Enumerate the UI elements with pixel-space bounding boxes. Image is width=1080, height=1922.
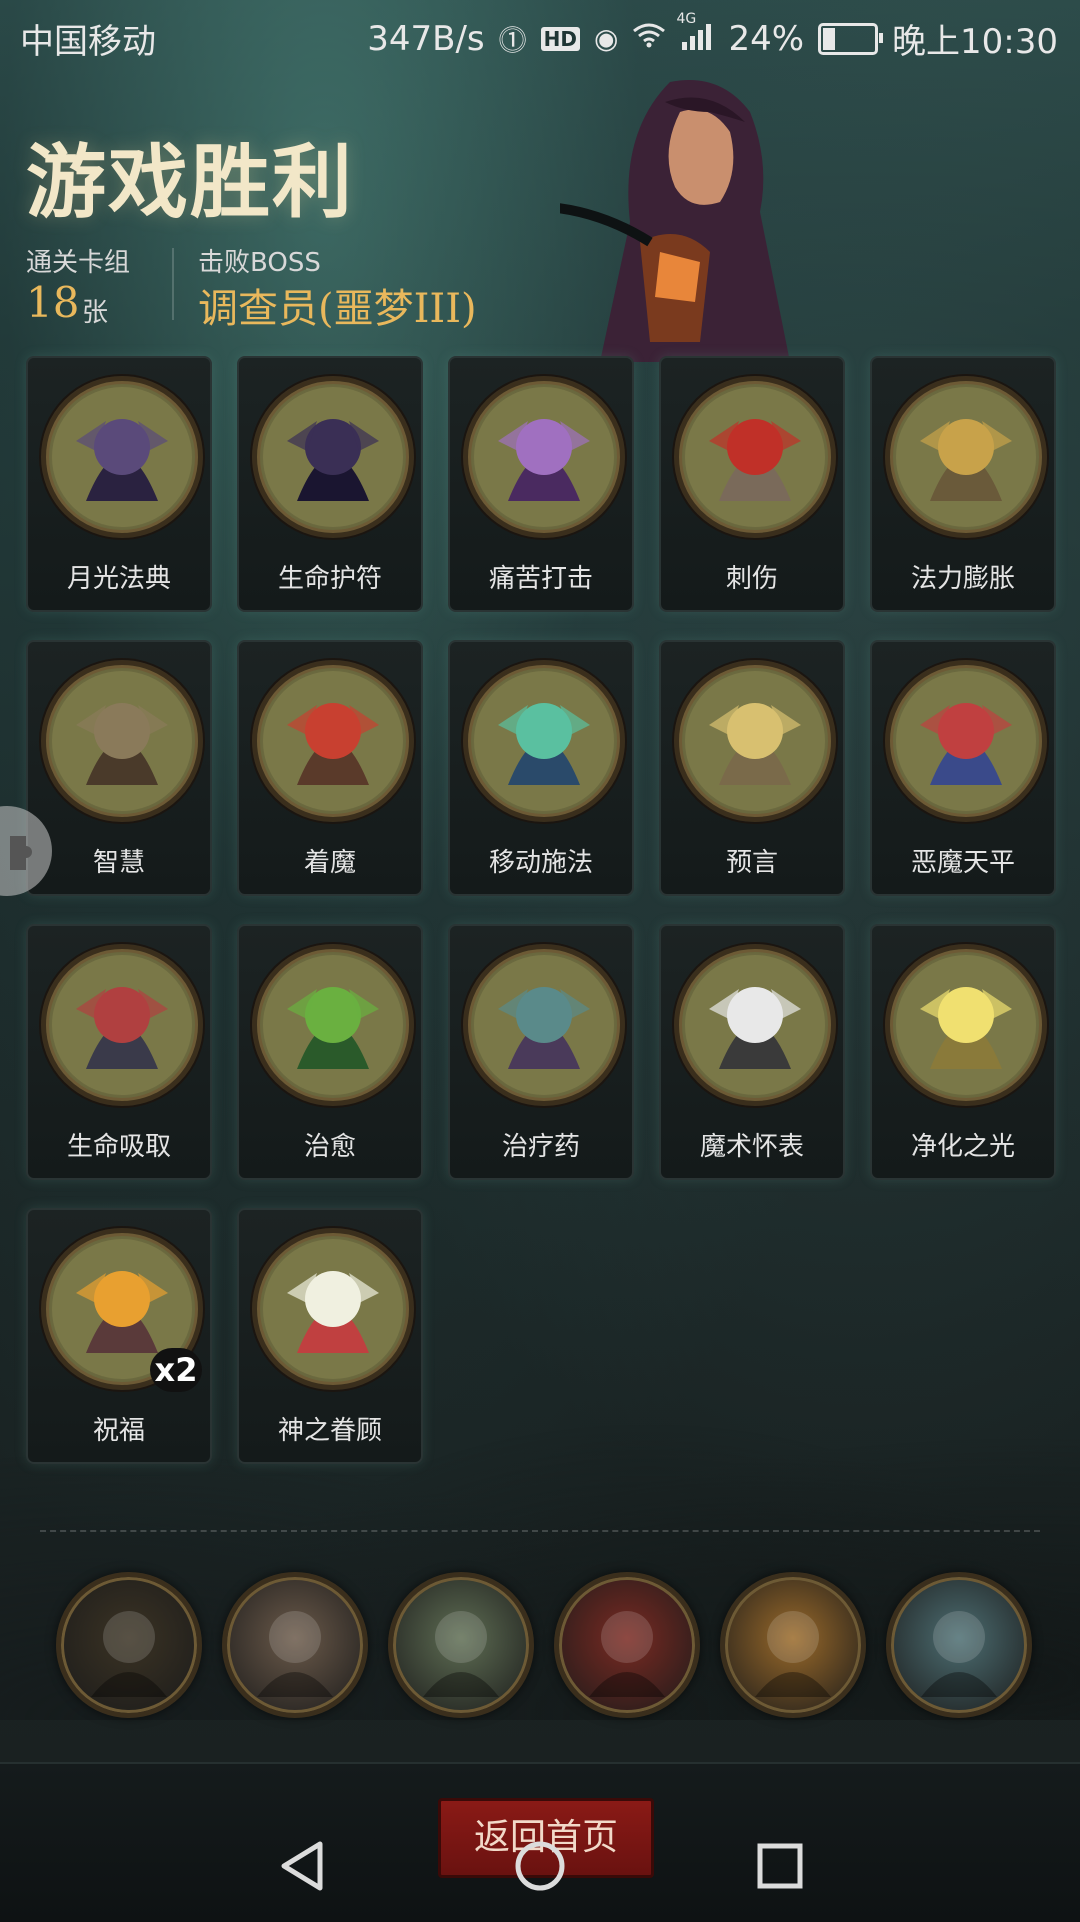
deck-card[interactable]: 法力膨胀 bbox=[870, 356, 1056, 612]
hooded-investigator-illustration bbox=[560, 80, 790, 362]
deck-card[interactable]: 祝福 x2 bbox=[26, 1208, 212, 1464]
deck-card[interactable]: 治疗药 bbox=[448, 924, 634, 1180]
pain-strike-icon bbox=[463, 376, 625, 538]
header-divider bbox=[172, 248, 174, 320]
signal-icon: 4G bbox=[676, 11, 714, 59]
deck-card[interactable]: 着魔 bbox=[237, 640, 423, 896]
deck-card[interactable]: 智慧 bbox=[26, 640, 212, 896]
deck-card[interactable]: 魔术怀表 bbox=[659, 924, 845, 1180]
flower-maiden-relic-icon[interactable] bbox=[388, 1572, 534, 1718]
deck-card[interactable]: 移动施法 bbox=[448, 640, 634, 896]
deck-card[interactable]: 生命吸取 bbox=[26, 924, 212, 1180]
card-name: 生命吸取 bbox=[66, 1132, 171, 1162]
deck-label: 通关卡组 bbox=[26, 248, 131, 278]
victory-title: 游戏胜利 bbox=[26, 136, 354, 229]
carrier-name: 中国移动 bbox=[20, 22, 156, 62]
data-saver-icon: ⓵ bbox=[498, 23, 527, 57]
heal-icon bbox=[252, 944, 414, 1106]
skull-hourglass-relic-icon[interactable] bbox=[554, 1572, 700, 1718]
boss-name: 调查员(噩梦III) bbox=[198, 286, 477, 332]
card-name: 治愈 bbox=[303, 1132, 356, 1162]
shadow-flame-relic-icon[interactable] bbox=[56, 1572, 202, 1718]
battery-percent: 24% bbox=[728, 18, 805, 59]
home-circle-icon[interactable] bbox=[510, 1836, 570, 1896]
eye-comfort-icon: ◉ bbox=[594, 22, 619, 55]
battery-icon bbox=[818, 22, 884, 55]
deck-card[interactable]: 预言 bbox=[659, 640, 845, 896]
network-speed: 347B/s bbox=[367, 18, 485, 59]
back-icon[interactable] bbox=[272, 1836, 332, 1896]
demon-scale-icon bbox=[885, 660, 1047, 822]
card-name: 祝福 bbox=[92, 1416, 145, 1446]
wifi-icon bbox=[632, 22, 666, 55]
mana-surge-icon bbox=[885, 376, 1047, 538]
mobile-cast-icon bbox=[463, 660, 625, 822]
network-type: 4G bbox=[676, 10, 697, 27]
floating-assist-button[interactable] bbox=[0, 806, 52, 896]
deck-unit: 张 bbox=[82, 298, 109, 328]
purifying-light-icon bbox=[885, 944, 1047, 1106]
deck-card[interactable]: 月光法典 bbox=[26, 356, 212, 612]
card-name: 移动施法 bbox=[488, 848, 593, 878]
section-divider bbox=[40, 1530, 1040, 1532]
stab-icon bbox=[674, 376, 836, 538]
life-drain-icon bbox=[41, 944, 203, 1106]
deck-card[interactable]: 痛苦打击 bbox=[448, 356, 634, 612]
red-demon-relic-icon[interactable] bbox=[720, 1572, 866, 1718]
puzzle-icon bbox=[10, 836, 32, 870]
card-name: 预言 bbox=[725, 848, 778, 878]
clock: 晚上10:30 bbox=[892, 22, 1058, 62]
card-name: 痛苦打击 bbox=[488, 564, 593, 594]
deck-card[interactable]: 刺伤 bbox=[659, 356, 845, 612]
deck-card[interactable]: 净化之光 bbox=[870, 924, 1056, 1180]
wisdom-icon bbox=[41, 660, 203, 822]
hd-icon: HD bbox=[540, 26, 580, 51]
boss-label: 击败BOSS bbox=[198, 248, 321, 278]
magic-pocket-watch-icon bbox=[674, 944, 836, 1106]
card-name: 神之眷顾 bbox=[277, 1416, 382, 1446]
prophecy-icon bbox=[674, 660, 836, 822]
deck-card[interactable]: 恶魔天平 bbox=[870, 640, 1056, 896]
card-name: 法力膨胀 bbox=[910, 564, 1015, 594]
card-name: 月光法典 bbox=[66, 564, 171, 594]
healing-potion-icon bbox=[463, 944, 625, 1106]
deck-card[interactable]: 神之眷顾 bbox=[237, 1208, 423, 1464]
card-name: 生命护符 bbox=[277, 564, 382, 594]
card-name: 智慧 bbox=[92, 848, 145, 878]
bleeding-hand-relic-icon[interactable] bbox=[222, 1572, 368, 1718]
card-name: 治疗药 bbox=[501, 1132, 580, 1162]
status-bar: 中国移动 347B/s ⓵ HD ◉ 4G 24% 晚上10:30 bbox=[0, 0, 1080, 72]
card-name: 魔术怀表 bbox=[699, 1132, 804, 1162]
card-name: 恶魔天平 bbox=[910, 848, 1015, 878]
deck-card[interactable]: 生命护符 bbox=[237, 356, 423, 612]
card-name: 净化之光 bbox=[910, 1132, 1015, 1162]
deck-count: 18 bbox=[26, 278, 80, 327]
possessed-icon bbox=[252, 660, 414, 822]
status-indicators: 347B/s ⓵ HD ◉ 4G 24% 晚上10:30 bbox=[367, 11, 1058, 63]
card-name: 着魔 bbox=[303, 848, 356, 878]
deck-card[interactable]: 治愈 bbox=[237, 924, 423, 1180]
recents-icon[interactable] bbox=[750, 1836, 810, 1896]
card-hand-relic-icon[interactable] bbox=[886, 1572, 1032, 1718]
life-amulet-icon bbox=[252, 376, 414, 538]
moonlight-tome-icon bbox=[41, 376, 203, 538]
card-count-badge: x2 bbox=[150, 1348, 202, 1392]
divine-favor-icon bbox=[252, 1228, 414, 1390]
card-name: 刺伤 bbox=[725, 564, 778, 594]
